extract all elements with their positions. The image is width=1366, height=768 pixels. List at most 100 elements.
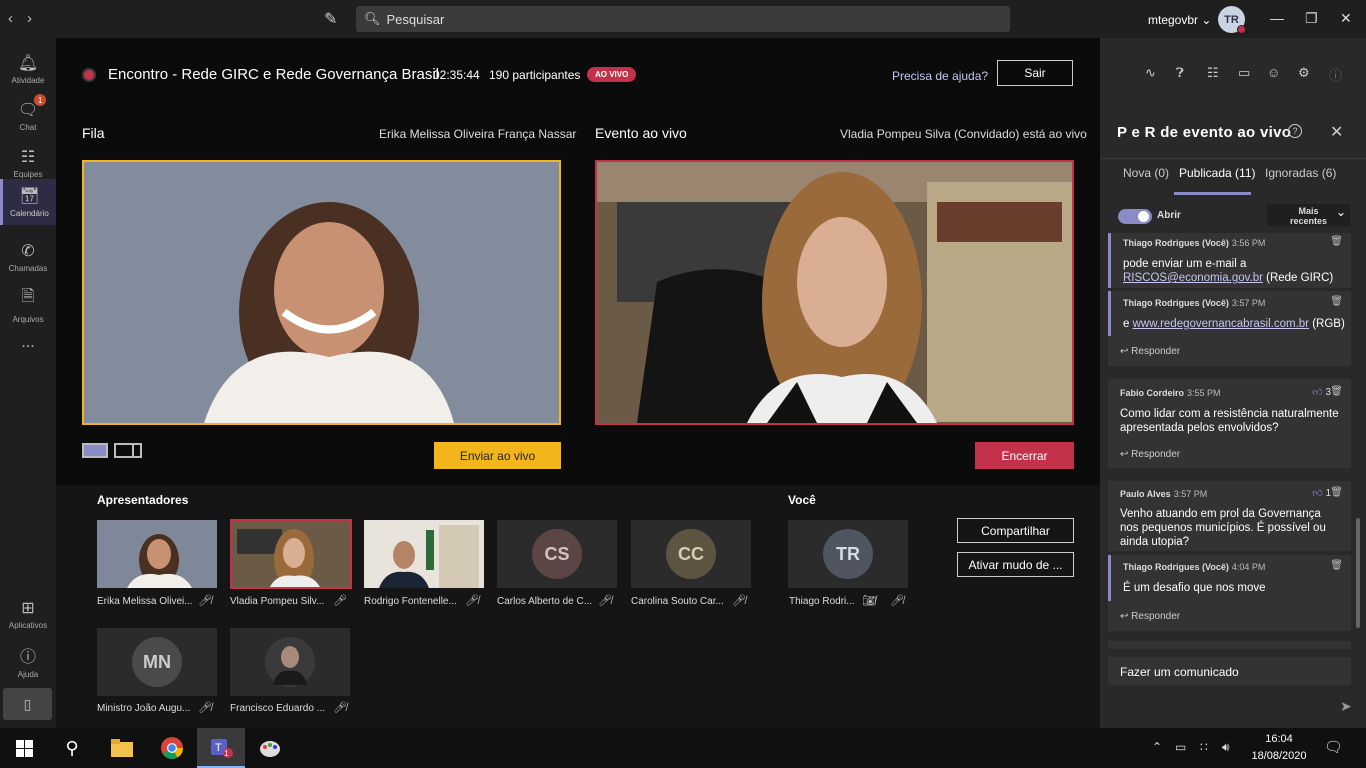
rail-item-chat[interactable]: 🗨︎ 1 Chat [0,93,56,139]
tab-dismissed[interactable]: Ignoradas (6) [1265,166,1336,180]
presenter-tile[interactable] [364,520,484,588]
notes-icon[interactable]: ☷ [1207,65,1219,81]
single-layout-button[interactable] [82,443,108,458]
mic-on-icon[interactable]: 🎤︎ [333,594,347,607]
delete-icon[interactable]: 🗑︎ [1330,296,1343,307]
mic-off-icon[interactable]: 🎤︎̸ [732,594,746,607]
queue-video[interactable] [82,160,561,425]
avatar[interactable]: TR [1218,6,1246,34]
qa-help-icon[interactable]: ? [1288,124,1302,138]
presenter-tile[interactable]: CS [497,520,617,588]
delete-icon[interactable]: 🗑︎ [1330,487,1343,498]
presenter-tile[interactable] [230,628,350,696]
teams-taskbar-icon[interactable]: T1 [197,728,245,768]
mic-off-icon[interactable]: 🎤︎̸ [465,594,479,607]
leave-button[interactable]: Sair [997,60,1073,86]
wifi-icon[interactable]: ∷ [1200,740,1208,754]
mic-off-icon[interactable]: 🎤︎̸ [333,701,347,714]
qa-icon[interactable]: ❓︎ [1176,65,1184,81]
chrome-icon[interactable] [148,728,196,768]
live-video[interactable] [595,160,1074,425]
delete-icon[interactable]: 🗑︎ [1330,236,1343,247]
reply-icon: ↩ [1120,346,1129,357]
health-icon[interactable]: ∿ [1145,65,1156,81]
rail-item-activity[interactable]: 🔔︎ Atividade [0,46,56,92]
rail-item-more[interactable]: ... [0,320,56,366]
scrollbar[interactable] [1356,518,1360,628]
send-live-button[interactable]: Enviar ao vivo [434,442,561,469]
like-count[interactable]: 👍︎ 3 [1312,386,1331,398]
tab-published[interactable]: Publicada (11) [1179,166,1256,180]
mic-off-icon[interactable]: 🎤︎̸ [198,701,212,714]
email-link[interactable]: RISCOS@economia.gov.br [1123,272,1263,284]
live-badge: AO VIVO [587,67,637,82]
split-layout-button[interactable] [114,443,142,458]
reply-button[interactable]: ↩ Responder [1120,611,1180,622]
send-icon[interactable]: ➤ [1340,698,1352,715]
settings-gear-icon[interactable]: ⚙ [1298,65,1310,81]
presenter-tile[interactable]: MN [97,628,217,696]
windows-start-icon[interactable] [0,728,48,768]
open-qa-toggle[interactable] [1118,209,1152,224]
reply-icon: ↩ [1120,449,1129,460]
forward-icon[interactable]: › [27,10,32,27]
producer-view: Encontro - Rede GIRC e Rede Governança B… [56,38,1100,728]
event-timer: 02:35:44 [433,68,480,82]
rail-label: Chamadas [8,264,48,273]
file-explorer-icon[interactable] [98,728,146,768]
device-button[interactable]: ▯ [3,688,52,720]
system-clock[interactable]: 16:04 18/08/2020 [1247,731,1311,765]
camera-off-icon[interactable]: 📷︎̸ [862,594,876,607]
battery-icon[interactable]: ▭ [1175,740,1186,754]
rail-item-help[interactable]: ⓘ Ajuda [0,638,56,684]
back-icon[interactable]: ‹ [8,10,13,27]
notification-icon[interactable]: 🗨︎ [1324,738,1343,756]
rail-item-calendar[interactable]: 📅︎ Calendário [0,179,56,225]
close-window-icon[interactable]: ✕ [1340,10,1352,27]
help-link[interactable]: Precisa de ajuda? [892,69,988,83]
volume-icon[interactable]: 🔊︎ [1222,740,1230,755]
people-icon[interactable]: ☺ [1267,65,1280,80]
tab-new[interactable]: Nova (0) [1123,166,1169,180]
maximize-icon[interactable]: ❐ [1305,10,1318,27]
like-count[interactable]: 👍︎ 1 [1312,487,1331,499]
list-item [1108,641,1351,649]
chat-icon[interactable]: ▭ [1238,65,1250,81]
website-link[interactable]: www.redegovernancabrasil.com.br [1133,318,1309,330]
mute-all-button[interactable]: Ativar mudo de ... [957,552,1074,577]
delete-icon[interactable]: 🗑︎ [1330,386,1343,397]
rail-item-calls[interactable]: ✆ Chamadas [0,234,56,280]
svg-text:T: T [215,742,222,754]
paint-icon[interactable] [246,728,294,768]
mic-off-icon[interactable]: 🎤︎̸ [198,594,212,607]
close-panel-icon[interactable]: ✕ [1330,122,1343,142]
sort-dropdown[interactable]: Mais recentes ⌄ [1267,204,1350,226]
search-input[interactable]: 🔍︎ Pesquisar [356,6,1010,32]
presenter-tile[interactable] [97,520,217,588]
presenter-tile-live[interactable] [230,519,352,589]
reply-button[interactable]: ↩ Responder [1120,449,1180,460]
info-icon[interactable]: ⓘ [1329,65,1342,84]
announcement-button[interactable]: Fazer um comunicado [1108,657,1351,685]
reply-row: ↩ Responder [1108,336,1351,366]
live-title: Evento ao vivo [595,125,687,141]
rail-label: Equipes [13,170,43,179]
rail-item-apps[interactable]: ⊞ Aplicativos [0,591,56,637]
share-button[interactable]: Compartilhar [957,518,1074,543]
mic-off-icon[interactable]: 🎤︎̸ [598,594,612,607]
file-icon: 🗎︎ [21,287,35,305]
mic-off-icon[interactable]: 🎤︎̸ [890,594,904,607]
message-text-part: pode enviar um e-mail a [1123,258,1247,270]
presenter-tile[interactable]: CC [631,520,751,588]
compose-icon[interactable]: ✎ [324,9,337,29]
rail-label: Calendário [10,209,49,218]
search-icon[interactable]: ⚲ [48,728,96,768]
you-tile[interactable]: TR [788,520,908,588]
you-title: Você [788,493,816,507]
chevron-up-icon[interactable]: ⌃ [1152,740,1162,754]
reply-button[interactable]: ↩ Responder [1120,346,1180,357]
account-menu[interactable]: mtegovbr ⌄ [1148,13,1211,27]
minimize-icon[interactable]: — [1270,10,1284,26]
end-event-button[interactable]: Encerrar [975,442,1074,469]
delete-icon[interactable]: 🗑︎ [1330,560,1343,571]
